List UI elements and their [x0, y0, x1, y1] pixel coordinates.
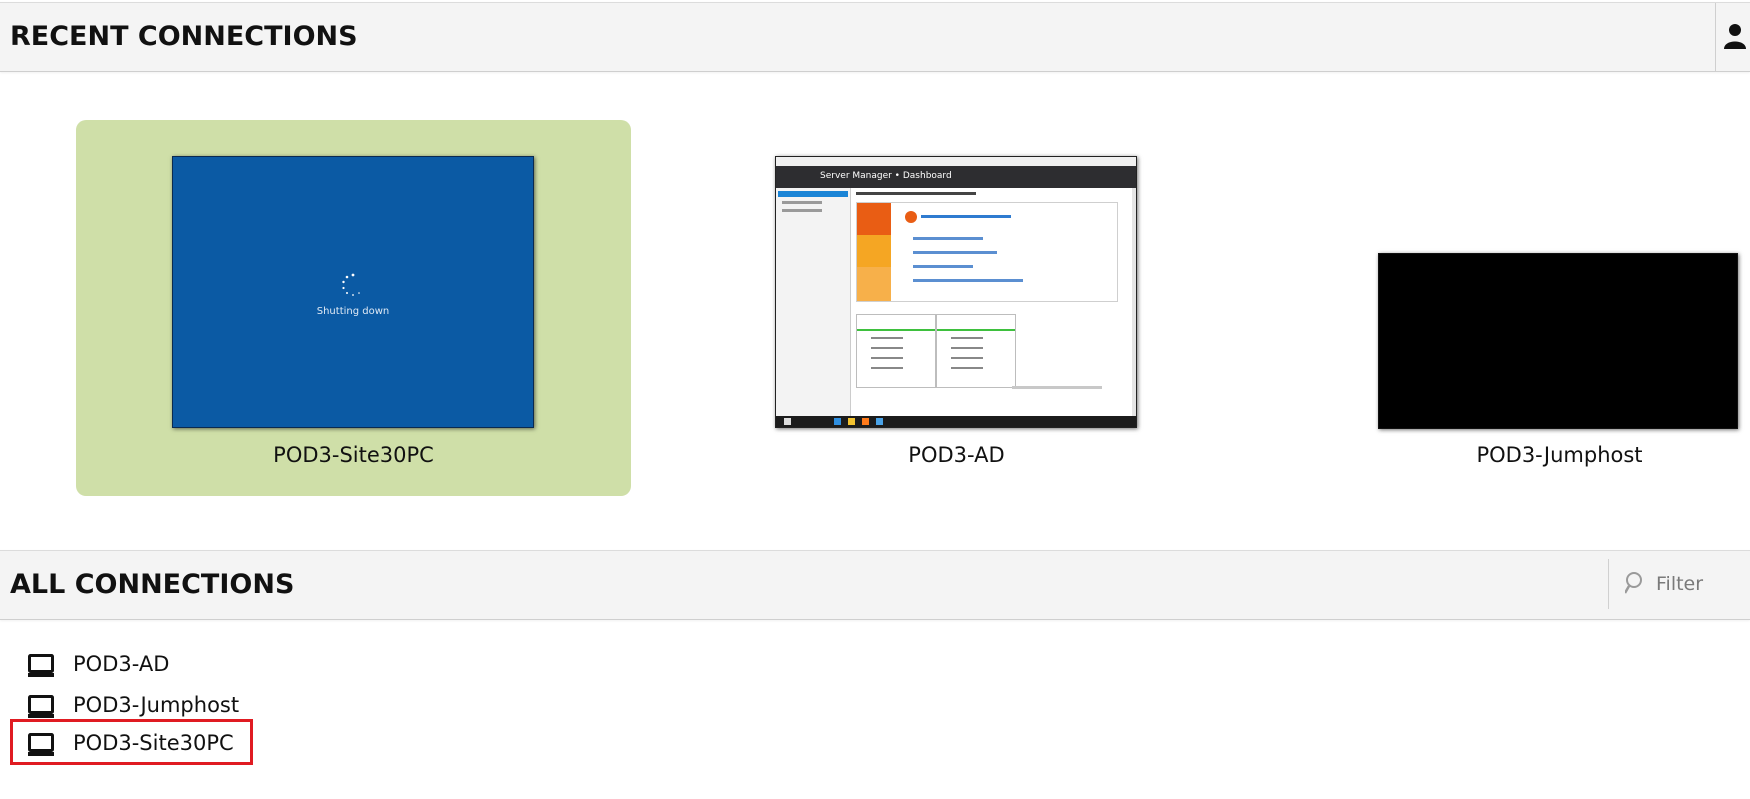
all-connections-header: ALL CONNECTIONS	[0, 550, 1750, 620]
sm-main-pane	[852, 188, 1134, 416]
loading-spinner-icon	[342, 273, 360, 296]
sm-taskbar	[776, 416, 1136, 427]
recent-card-label: POD3-AD	[908, 443, 1005, 467]
search-icon	[1625, 572, 1642, 594]
user-icon	[1724, 24, 1746, 49]
connection-label: POD3-Jumphost	[73, 693, 240, 717]
filter-input[interactable]	[1654, 569, 1748, 599]
monitor-icon	[28, 733, 54, 756]
connection-item-jumphost[interactable]: POD3-Jumphost	[10, 684, 253, 724]
recent-connections-header: RECENT CONNECTIONS	[0, 2, 1750, 72]
sm-window-title: Server Manager • Dashboard	[820, 171, 952, 181]
thumbnail-site30pc: Shutting down	[172, 156, 534, 428]
shutdown-status-text: Shutting down	[316, 306, 390, 317]
connection-item-site30pc[interactable]: POD3-Site30PC	[10, 719, 253, 765]
sm-nav-pane	[776, 188, 851, 416]
filter-box	[1608, 559, 1750, 609]
sm-toolbar: Server Manager • Dashboard	[776, 166, 1136, 188]
monitor-icon	[28, 654, 54, 677]
connection-label: POD3-Site30PC	[73, 731, 234, 755]
user-menu-button[interactable]	[1715, 3, 1750, 71]
all-connections-title: ALL CONNECTIONS	[10, 569, 295, 600]
recent-card-ad[interactable]: Server Manager • Dashboard POD3-AD	[679, 120, 1234, 496]
recent-card-jumphost[interactable]: POD3-Jumphost	[1282, 120, 1750, 496]
recent-card-label: POD3-Jumphost	[1476, 443, 1643, 467]
monitor-icon	[28, 695, 54, 718]
thumbnail-ad: Server Manager • Dashboard	[775, 156, 1137, 428]
connection-item-ad[interactable]: POD3-AD	[10, 643, 253, 683]
recent-card-label: POD3-Site30PC	[273, 443, 434, 467]
recent-card-site30pc[interactable]: Shutting down POD3-Site30PC	[76, 120, 631, 496]
thumbnail-jumphost	[1378, 253, 1738, 429]
connection-label: POD3-AD	[73, 652, 170, 676]
recent-connections-title: RECENT CONNECTIONS	[10, 21, 358, 52]
